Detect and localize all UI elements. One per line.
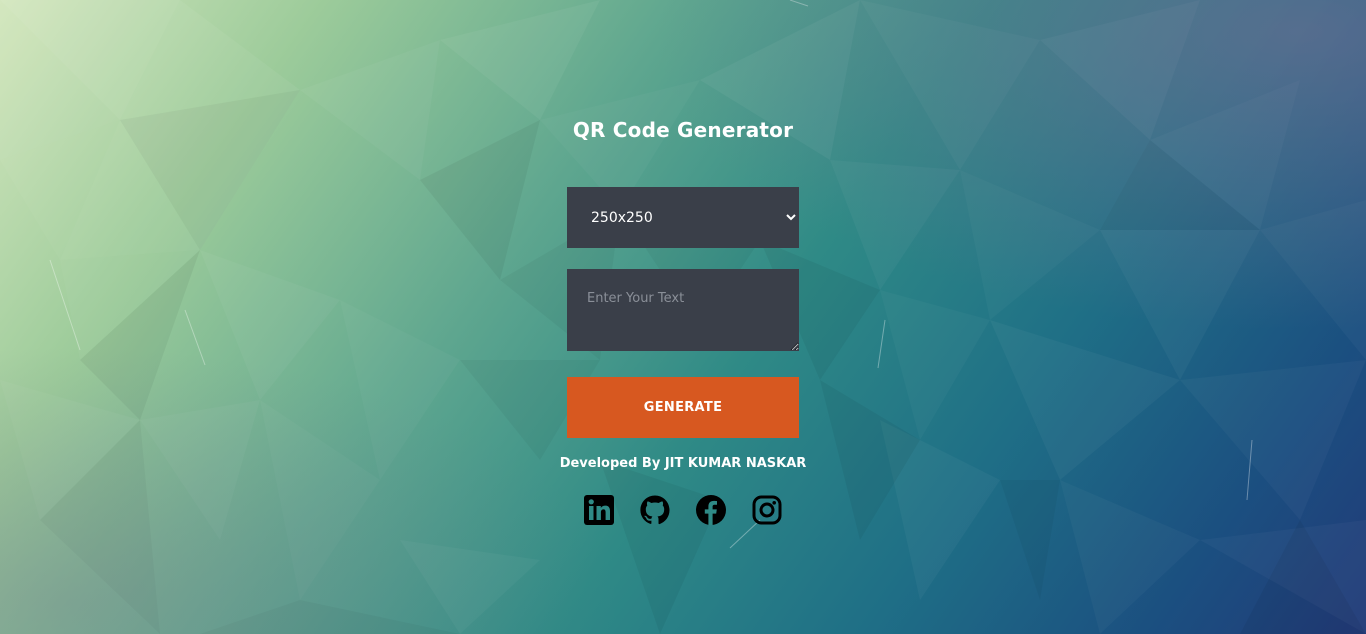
linkedin-link[interactable] [583,494,615,526]
linkedin-icon [584,495,614,525]
social-links [583,494,783,528]
github-icon [640,495,670,525]
generate-button[interactable]: GENERATE [567,377,799,438]
github-link[interactable] [639,494,671,526]
size-select-wrapper: 250x250 [567,187,799,248]
instagram-link[interactable] [751,494,783,526]
developer-credit: Developed By JIT KUMAR NASKAR [559,456,807,471]
qr-text-input[interactable] [567,269,799,351]
instagram-icon [752,495,782,525]
facebook-icon [696,495,726,525]
facebook-link[interactable] [695,494,727,526]
page-title: QR Code Generator [572,118,794,142]
qr-size-select[interactable]: 250x250 [567,187,799,248]
